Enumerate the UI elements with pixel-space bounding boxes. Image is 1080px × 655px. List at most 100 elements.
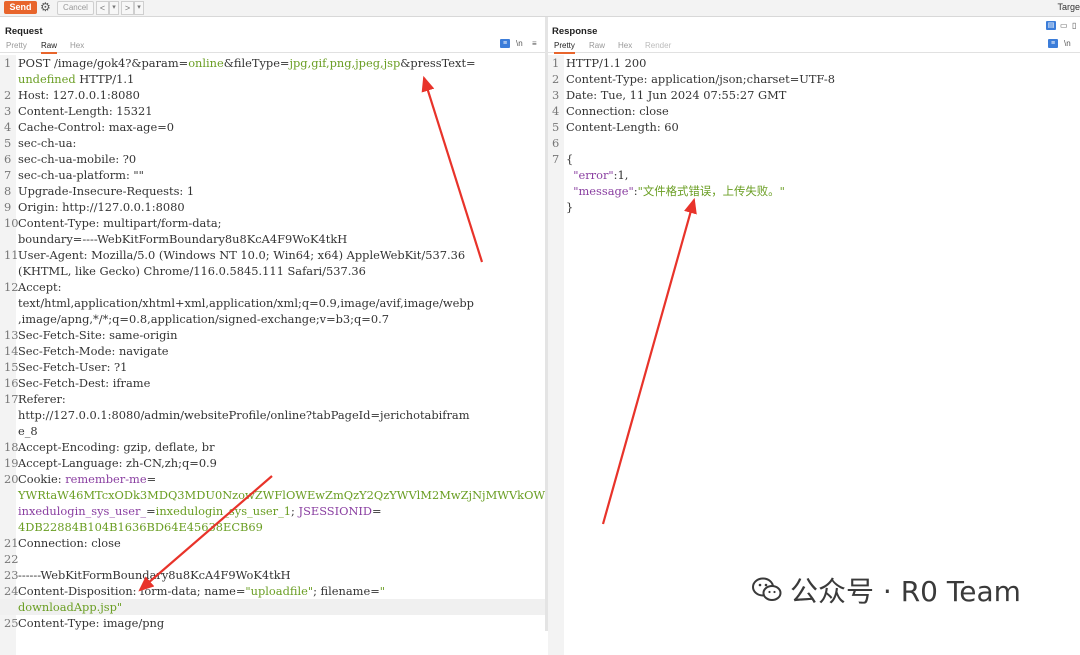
layout-split-icon[interactable]: ▤ [1046,21,1056,30]
code-line[interactable]: YWRtaW46MTcxODk3MDQ3MDU0NzowZWFlOWEwZmQz… [0,487,614,503]
message-actions-icon[interactable]: ≡ [500,39,510,48]
code-line[interactable]: 8 Upgrade-Insecure-Requests: 1 [0,183,545,199]
code-line[interactable]: 4DB22884B104B1636BD64E45638ECB69 [0,519,545,535]
line-text: Content-Length: 15321 [18,103,153,119]
code-line[interactable]: 10 Content-Type: multipart/form-data; [0,215,545,231]
code-line[interactable]: 4 Connection: close [548,103,1080,119]
code-line[interactable]: 23 ------WebKitFormBoundary8u8KcA4F9WoK4t… [0,567,545,583]
code-line[interactable]: 1 HTTP/1.1 200 [548,55,1080,71]
back-button[interactable]: < [96,1,109,15]
line-number: 25 [4,616,19,630]
tab-hex[interactable]: Hex [618,40,632,52]
line-text: Sec-Fetch-User: ?1 [18,359,127,375]
code-token: undefined [18,72,76,86]
forward-dropdown-icon[interactable]: ▾ [134,1,144,15]
code-line[interactable]: 22 [0,551,545,567]
code-token: "error" [573,168,614,182]
line-number: 4 [4,120,12,134]
code-line[interactable]: ,image/apng,*/*;q=0.8,application/signed… [0,311,545,327]
line-text: Date: Tue, 11 Jun 2024 07:55:27 GMT [566,87,786,103]
code-token: HTTP/1.1 200 [566,56,647,70]
code-line[interactable]: 12 Accept: [0,279,545,295]
code-line[interactable]: 4 Cache-Control: max-age=0 [0,119,545,135]
menu-icon[interactable]: ≡ [532,39,537,48]
layout-vertical-icon[interactable]: ▯ [1072,21,1076,30]
code-line[interactable]: 20 Cookie: remember-me= [0,471,545,487]
code-line[interactable]: 16 Sec-Fetch-Dest: iframe [0,375,545,391]
code-line[interactable]: downloadApp.jsp" [0,599,545,615]
code-line[interactable]: 11 User-Agent: Mozilla/5.0 (Windows NT 10… [0,247,545,263]
tab-raw[interactable]: Raw [41,40,58,54]
layout-horizontal-icon[interactable]: ▭ [1060,21,1068,30]
code-token: ; filename= [313,584,380,598]
code-line[interactable]: "error":1, [548,167,1080,183]
line-number: 23 [4,568,19,582]
code-line[interactable]: 21 Connection: close [0,535,545,551]
code-line[interactable]: boundary=----WebKitFormBoundary8u8KcA4F9… [0,231,545,247]
line-text: sec-ch-ua-mobile: ?0 [18,151,136,167]
code-line[interactable]: } [548,199,1080,215]
code-line[interactable]: 5 Content-Length: 60 [548,119,1080,135]
code-line[interactable]: 6 sec-ch-ua-mobile: ?0 [0,151,545,167]
code-line[interactable]: text/html,application/xhtml+xml,applicat… [0,295,545,311]
line-number: 7 [552,152,560,166]
line-number: 17 [4,392,19,406]
code-token: inxedulogin_sys_user_ [18,504,147,518]
back-dropdown-icon[interactable]: ▾ [109,1,119,15]
code-line[interactable]: 2 Content-Type: application/json;charset=… [548,71,1080,87]
tab-raw[interactable]: Raw [589,40,605,52]
code-line[interactable]: 7 sec-ch-ua-platform: "" [0,167,545,183]
code-line[interactable]: "message":"文件格式错误，上传失败。" [548,183,1080,199]
code-line[interactable]: e_8 [0,423,545,439]
code-line[interactable]: 9 Origin: http://127.0.0.1:8080 [0,199,545,215]
message-actions-icon[interactable]: ≡ [1048,39,1058,48]
cancel-button[interactable]: Cancel [57,1,94,15]
code-token: HTTP/1.1 [75,72,135,86]
tab-pretty[interactable]: Pretty [6,40,27,52]
code-line[interactable]: 17 Referer: [0,391,545,407]
code-token: = [372,504,382,518]
code-line[interactable]: 13 Sec-Fetch-Site: same-origin [0,327,545,343]
code-line[interactable]: 2 Host: 127.0.0.1:8080 [0,87,545,103]
code-line[interactable]: undefined HTTP/1.1 [0,71,545,87]
gear-icon[interactable]: ⚙ [40,0,51,15]
code-token: boundary=----WebKitFormBoundary8u8KcA4F9… [18,232,348,246]
tab-hex[interactable]: Hex [70,40,84,52]
code-line[interactable]: http://127.0.0.1:8080/admin/websiteProfi… [0,407,545,423]
line-number: 24 [4,584,19,598]
code-line[interactable]: 24 Content-Disposition: form-data; name="… [0,583,545,599]
line-text: Accept-Language: zh-CN,zh;q=0.9 [18,455,217,471]
code-line[interactable]: 18 Accept-Encoding: gzip, deflate, br [0,439,545,455]
line-text: } [566,199,573,215]
newline-toggle-icon[interactable]: \n [1064,39,1071,48]
code-line[interactable]: 7{ [548,151,1080,167]
newline-toggle-icon[interactable]: \n [516,39,523,48]
response-title: Response [552,26,598,37]
send-button[interactable]: Send [4,1,37,14]
code-token: Cookie: [18,472,66,486]
line-number: 16 [4,376,19,390]
code-line[interactable]: 25 Content-Type: image/png [0,615,545,631]
tab-render[interactable]: Render [645,40,671,52]
line-number: 12 [4,280,19,294]
code-line[interactable]: 3 Date: Tue, 11 Jun 2024 07:55:27 GMT [548,87,1080,103]
code-line[interactable]: 6 [548,135,1080,151]
code-line[interactable]: 19 Accept-Language: zh-CN,zh;q=0.9 [0,455,545,471]
code-line[interactable]: (KHTML, like Gecko) Chrome/116.0.5845.11… [0,263,545,279]
code-token: sec-ch-ua: [18,136,77,150]
code-line[interactable]: inxedulogin_sys_user_=inxedulogin_sys_us… [0,503,545,519]
code-line[interactable]: 15 Sec-Fetch-User: ?1 [0,359,545,375]
code-token: Connection: close [566,104,669,118]
line-number: 3 [4,104,12,118]
line-number: 10 [4,216,19,230]
code-line[interactable]: 3 Content-Length: 15321 [0,103,545,119]
code-line[interactable]: 14 Sec-Fetch-Mode: navigate [0,343,545,359]
code-line[interactable]: 1 POST /image/gok4?&param=online&fileType… [0,55,545,71]
line-number: 7 [4,168,12,182]
target-label[interactable]: Targe [1057,2,1080,12]
line-text: ------WebKitFormBoundary8u8KcA4F9WoK4tkH [18,567,291,583]
tab-pretty[interactable]: Pretty [554,40,575,54]
line-number: 8 [4,184,12,198]
code-line[interactable]: 5 sec-ch-ua: [0,135,545,151]
forward-button[interactable]: > [121,1,134,15]
